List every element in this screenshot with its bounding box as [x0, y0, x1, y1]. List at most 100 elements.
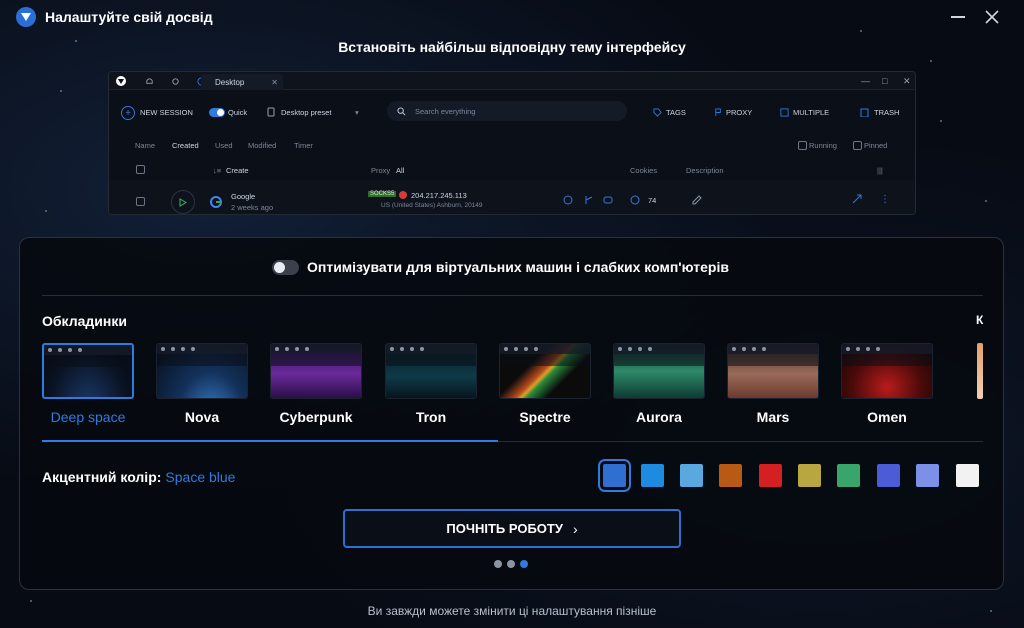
preview-maximize-icon: □	[882, 76, 888, 86]
cover-partial-label: К	[976, 313, 984, 327]
pager-dot[interactable]	[507, 560, 515, 568]
preview-filter-used: Used	[215, 141, 233, 150]
preview-filter-created: Created	[172, 141, 199, 150]
more-icon: ⋮	[880, 194, 890, 205]
preview-col-proxy: Proxy	[371, 166, 391, 175]
cover-partial-thumb[interactable]	[977, 343, 983, 399]
cover-mars[interactable]: Mars	[727, 343, 819, 429]
chat-icon	[602, 194, 614, 206]
bell-icon	[143, 75, 155, 87]
preset-icon	[265, 106, 277, 118]
proxy-icon	[712, 106, 724, 118]
preview-logo-icon	[115, 75, 127, 87]
preview-row-name: Google	[231, 192, 256, 201]
gear-icon	[169, 75, 181, 87]
preview-row	[109, 180, 915, 214]
chevron-right-icon: ›	[572, 520, 578, 537]
preview-row-checkbox	[136, 197, 145, 206]
cover-omen[interactable]: Omen	[841, 343, 933, 429]
plus-icon: +	[121, 106, 135, 120]
preview-new-session: NEW SESSION	[140, 108, 193, 117]
divider	[42, 295, 983, 296]
page-heading: Встановіть найбільш відповідну тему інте…	[338, 39, 686, 55]
branch-icon	[583, 194, 595, 206]
accent-swatch[interactable]	[798, 464, 821, 487]
pager-dot[interactable]	[520, 560, 528, 568]
preview-col-cookies: Cookies	[630, 166, 658, 175]
tags-icon	[651, 106, 663, 118]
theme-preview: Desktop ✕ — □ ✕ + NEW SESSION Quick Deskt…	[108, 71, 916, 215]
preview-quick-label: Quick	[228, 108, 248, 117]
footnote: Ви завжди можете змінити ці налаштування…	[367, 604, 657, 618]
cover-thumbnail	[727, 343, 819, 399]
accent-swatch[interactable]	[641, 464, 664, 487]
cover-thumbnail	[42, 343, 134, 399]
accent-swatch[interactable]	[598, 459, 631, 492]
preview-tabbar: Desktop ✕ — □ ✕	[109, 72, 915, 90]
preview-row-proxy-type: SOCKS5	[368, 191, 397, 197]
cover-label: Nova	[184, 409, 220, 425]
cover-label: Omen	[867, 409, 907, 425]
cover-label: Aurora	[636, 409, 682, 425]
optimize-label: Оптимізувати для віртуальних машин і сла…	[307, 259, 729, 275]
accent-value: Space blue	[165, 469, 236, 485]
preview-close-icon: ✕	[903, 76, 911, 86]
cover-tron[interactable]: Tron	[385, 343, 477, 429]
close-icon[interactable]	[980, 6, 1004, 28]
edit-icon	[691, 194, 703, 206]
accent-swatch[interactable]	[916, 464, 939, 487]
preview-row-cookies: 74	[648, 196, 657, 205]
covers-title: Обкладинки	[42, 313, 127, 329]
cover-spectre[interactable]: Spectre	[499, 343, 591, 429]
multiple-icon	[778, 106, 790, 118]
sort-icon: ↓≡	[213, 166, 222, 175]
accent-swatch[interactable]	[759, 464, 782, 487]
preset-dropdown-icon: ▾	[355, 108, 359, 117]
preview-filter-timer: Timer	[294, 141, 313, 150]
preview-header-checkbox	[136, 165, 145, 174]
pager-dot[interactable]	[494, 560, 502, 568]
start-button[interactable]: ПОЧНІТЬ РОБОТУ ›	[343, 509, 681, 548]
preview-multiple: MULTIPLE	[793, 108, 830, 117]
optimize-option: Оптимізувати для віртуальних машин і сла…	[272, 258, 729, 276]
preview-tab-desktop: Desktop ✕	[201, 74, 283, 90]
status-dot-icon	[399, 191, 407, 199]
search-icon	[395, 105, 407, 117]
accent-swatch[interactable]	[719, 464, 742, 487]
preview-tags: TAGS	[666, 108, 686, 117]
window-title: Налаштуйте свій досвід	[45, 9, 213, 25]
cover-deep-space[interactable]: Deep space	[42, 343, 134, 429]
preview-row-location: US (United States) Ashburn, 20149	[381, 202, 483, 209]
trash-icon	[858, 106, 870, 118]
accent-label: Акцентний колір:	[42, 469, 162, 485]
play-icon	[171, 190, 195, 214]
preview-pinned-checkbox	[853, 141, 862, 150]
preview-filter-name: Name	[135, 141, 156, 150]
accent-swatch[interactable]	[956, 464, 979, 487]
accent-swatch[interactable]	[877, 464, 900, 487]
preview-row-ip: 204.217.245.113	[411, 191, 467, 200]
cover-nova[interactable]: Nova	[156, 343, 248, 429]
preview-col-proxy-value: All	[396, 166, 405, 175]
google-icon	[209, 195, 223, 209]
preview-col-create: Create	[226, 166, 249, 175]
optimize-toggle[interactable]	[272, 259, 299, 275]
preview-quick-toggle	[209, 108, 225, 117]
accent-swatch[interactable]	[680, 464, 703, 487]
cover-label: Mars	[756, 409, 790, 425]
cover-aurora[interactable]: Aurora	[613, 343, 705, 429]
preview-col-description: Description	[686, 166, 724, 175]
cover-thumbnail	[841, 343, 933, 399]
cover-thumbnail	[385, 343, 477, 399]
fingerprint-icon	[562, 194, 574, 206]
preview-trash: TRASH	[874, 108, 900, 117]
covers-scroll-thumb[interactable]	[42, 440, 498, 442]
accent-swatch[interactable]	[837, 464, 860, 487]
cover-thumbnail	[270, 343, 362, 399]
accent-color-row: Акцентний колір: Space blue	[42, 469, 235, 485]
preview-minimize-icon: —	[861, 76, 870, 86]
rocket-icon	[851, 193, 863, 205]
preview-proxy: PROXY	[726, 108, 753, 117]
minimize-icon[interactable]	[946, 6, 970, 28]
cover-cyberpunk[interactable]: Cyberpunk	[270, 343, 362, 429]
